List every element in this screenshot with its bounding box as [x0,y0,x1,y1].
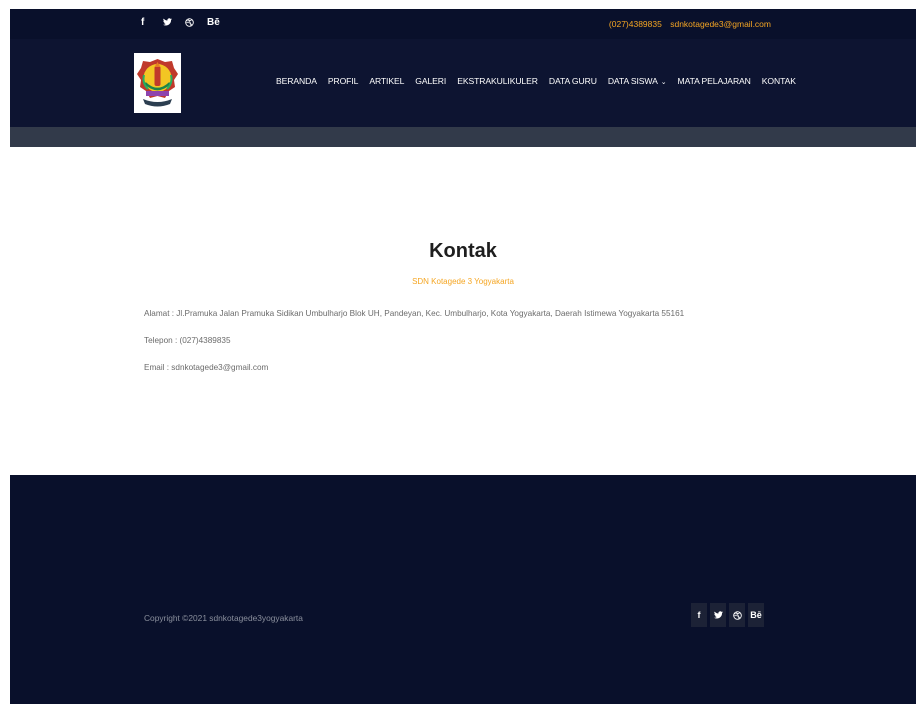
site-footer: Copyright ©2021 sdnkotagede3yogyakarta f… [10,475,916,704]
nav-ekstrakulikuler[interactable]: EKSTRAKULIKULER [457,76,538,86]
twitter-icon[interactable] [163,17,185,29]
nav-profil[interactable]: PROFIL [328,76,359,86]
dribbble-icon[interactable] [185,17,207,29]
behance-icon[interactable]: Bē [748,603,764,627]
school-logo-emblem [134,53,181,113]
nav-mata-pelajaran[interactable]: MATA PELAJARAN [678,76,751,86]
facebook-icon[interactable]: f [691,603,707,627]
copyright-text: Copyright ©2021 sdnkotagede3yogyakarta [144,613,303,623]
nav-artikel[interactable]: ARTIKEL [369,76,404,86]
top-email[interactable]: sdnkotagede3@gmail.com [670,19,771,29]
top-contact-info: (027)4389835 sdnkotagede3@gmail.com [609,19,771,29]
nav-beranda[interactable]: BERANDA [276,76,317,86]
top-phone[interactable]: (027)4389835 [609,19,662,29]
school-logo[interactable] [134,53,181,113]
nav-data-guru[interactable]: DATA GURU [549,76,597,86]
twitter-icon[interactable] [710,603,726,627]
email-text: Email : sdnkotagede3@gmail.com [144,363,269,372]
nav-data-siswa-label: DATA SISWA [607,76,658,86]
top-bar: f Bē (027)4389835 sdnkotagede3@gmail.com [10,9,916,39]
site-header: BERANDA PROFIL ARTIKEL GALERI EKSTRAKULI… [10,39,916,127]
footer-social-links: f Bē [691,603,764,627]
nav-kontak[interactable]: KONTAK [762,76,796,86]
top-social-links: f Bē [141,17,229,29]
nav-galeri[interactable]: GALERI [415,76,446,86]
page-frame: f Bē (027)4389835 sdnkotagede3@gmail.com [10,9,916,704]
address-text: Alamat : Jl.Pramuka Jalan Pramuka Sidika… [144,309,685,318]
behance-icon[interactable]: Bē [207,17,229,29]
chevron-down-icon: ⌄ [660,79,667,86]
header-subbar [10,127,916,147]
page-title: Kontak [429,240,497,262]
nav-data-siswa[interactable]: DATA SISWA ⌄ [608,76,667,86]
main-nav: BERANDA PROFIL ARTIKEL GALERI EKSTRAKULI… [276,76,807,86]
dribbble-icon[interactable] [729,603,745,627]
page-subtitle: SDN Kotagede 3 Yogyakarta [412,277,514,286]
contact-content: Kontak SDN Kotagede 3 Yogyakarta Alamat … [10,147,916,475]
phone-text: Telepon : (027)4389835 [144,336,231,345]
facebook-icon[interactable]: f [141,17,163,29]
